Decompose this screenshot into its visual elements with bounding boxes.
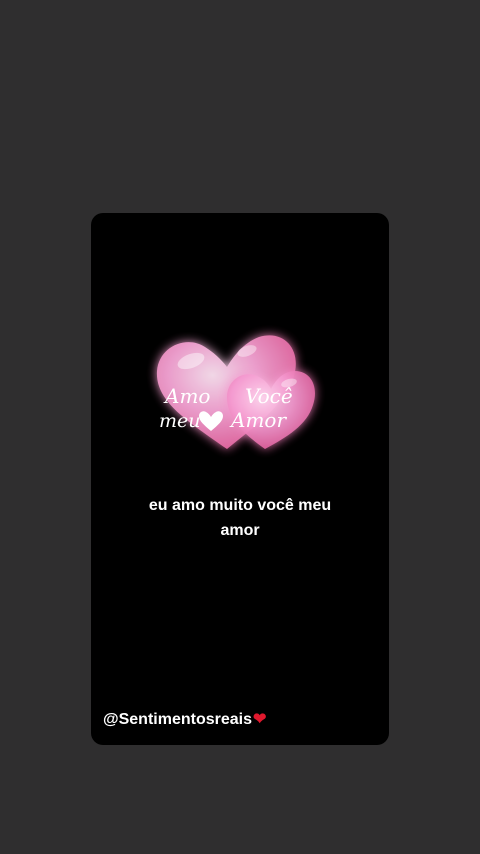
story-message: eu amo muito você meu amor (91, 493, 389, 543)
story-message-line-2: amor (220, 522, 260, 539)
story-viewer-screen: Amo Você meu Amor eu amo muito você meu … (0, 0, 480, 854)
author-handle-text: @Sentimentosreais (103, 711, 252, 728)
red-heart-icon: ❤ (252, 711, 267, 728)
sticker-text-amo: Amo (163, 384, 210, 408)
story-message-line-1: eu amo muito você meu (148, 497, 332, 514)
story-card[interactable]: Amo Você meu Amor eu amo muito você meu … (91, 213, 389, 745)
double-pink-heart-icon: Amo Você meu Amor (147, 321, 323, 461)
author-handle[interactable]: @Sentimentosreais❤ (103, 710, 266, 730)
sticker-text-meu: meu (159, 410, 201, 432)
sticker-text-voce: Você (245, 384, 293, 408)
sticker-text-amor: Amor (229, 408, 287, 432)
